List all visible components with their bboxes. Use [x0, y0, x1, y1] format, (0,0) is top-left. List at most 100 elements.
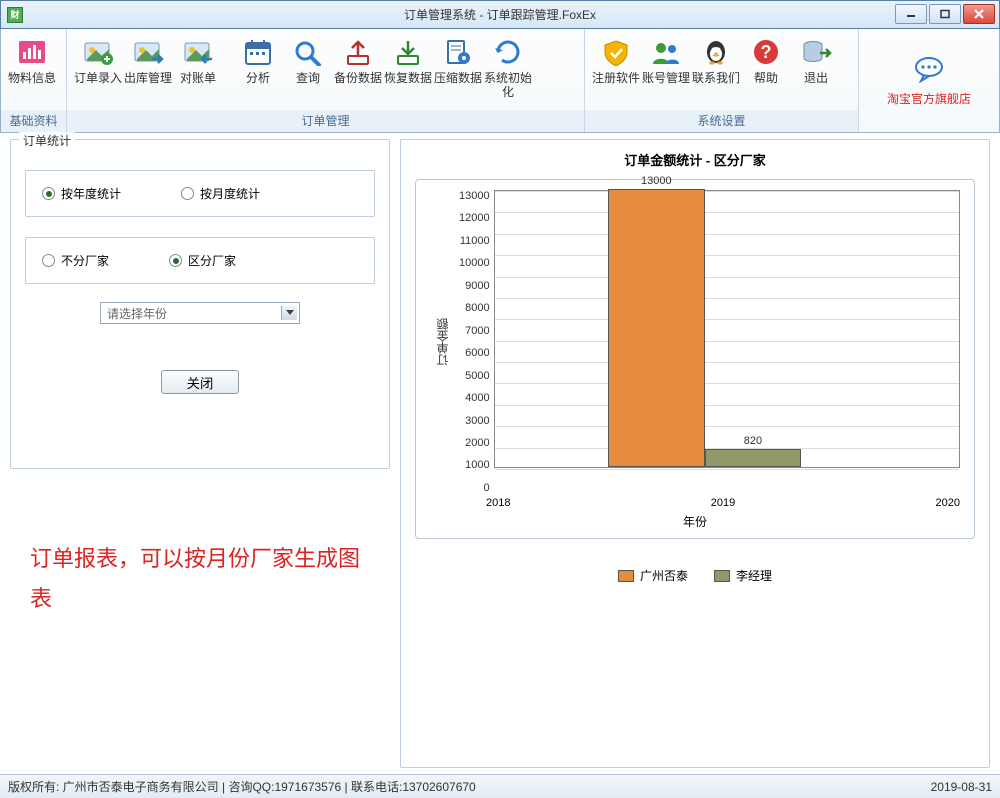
ribbon-button-label: 恢复数据: [384, 71, 432, 85]
shield-icon: [599, 35, 633, 69]
radio-by-factory[interactable]: 区分厂家: [169, 252, 236, 269]
help-icon: ?: [749, 35, 783, 69]
ribbon-analysis-button[interactable]: 分析: [233, 33, 283, 101]
close-panel-button[interactable]: 关闭: [161, 370, 239, 394]
db-exit-icon: [799, 35, 833, 69]
fieldset-legend: 订单统计: [19, 132, 75, 149]
period-radio-group: 按年度统计 按月度统计: [25, 170, 375, 217]
ribbon-register-button[interactable]: 注册软件: [591, 33, 641, 87]
maximize-button[interactable]: [929, 4, 961, 24]
radio-label: 区分厂家: [188, 252, 236, 269]
minimize-button[interactable]: [895, 4, 927, 24]
ribbon-compress-button[interactable]: 压缩数据: [433, 33, 483, 101]
status-bar: 版权所有: 广州市否泰电子商务有限公司 | 咨询QQ:1971673576 | …: [0, 774, 1000, 798]
photo-plus-icon: [81, 35, 115, 69]
factory-radio-group: 不分厂家 区分厂家: [25, 237, 375, 284]
chart-pink-icon: [15, 35, 49, 69]
ribbon-reconcile-button[interactable]: 对账单: [173, 33, 223, 87]
calendar-icon: [241, 35, 275, 69]
svg-text:?: ?: [761, 42, 772, 62]
chart-panel: 订单金额统计 - 区分厂家 订单金额 130001200011000100009…: [400, 139, 990, 768]
status-date: 2019-08-31: [931, 780, 992, 794]
ribbon-material-info-button[interactable]: 物料信息: [7, 33, 57, 87]
status-left: 版权所有: 广州市否泰电子商务有限公司 | 咨询QQ:1971673576 | …: [8, 778, 476, 795]
chart-bar-value: 13000: [641, 175, 672, 187]
year-select[interactable]: 请选择年份: [100, 302, 300, 324]
title-bar: 财 订单管理系统 - 订单跟踪管理.FoxEx: [0, 0, 1000, 29]
chart-plot-area: 13000820: [494, 190, 960, 468]
ribbon-group-order: 订单录入出库管理对账单 分析查询备份数据恢复数据压缩数据系统初始化 订单管理: [67, 29, 585, 132]
chart-bar: [705, 449, 802, 467]
ribbon-group-basic: 物料信息 基础资料: [1, 29, 67, 132]
radio-by-year[interactable]: 按年度统计: [42, 185, 121, 202]
radio-icon: [42, 254, 55, 267]
ribbon-button-label: 帮助: [754, 71, 778, 85]
ribbon-backup-button[interactable]: 备份数据: [333, 33, 383, 101]
radio-label: 不分厂家: [61, 252, 109, 269]
chart-yticks: 1300012000110001000090008000700060005000…: [455, 190, 494, 494]
chart-xlabel: 年份: [430, 513, 960, 530]
users-icon: [649, 35, 683, 69]
ribbon: 物料信息 基础资料 订单录入出库管理对账单 分析查询备份数据恢复数据压缩数据系统初…: [0, 29, 1000, 133]
legend-swatch: [618, 570, 634, 582]
ribbon-button-label: 联系我们: [692, 71, 740, 85]
radio-icon: [169, 254, 182, 267]
ribbon-group-label: 订单管理: [67, 110, 584, 132]
chart-frame: 订单金额 13000120001100010000900080007000600…: [415, 179, 975, 539]
ribbon-button-label: 订单录入: [74, 71, 122, 85]
ribbon-button-label: 退出: [804, 71, 828, 85]
legend-label: 李经理: [736, 567, 772, 584]
ribbon-group-label: 基础资料: [1, 110, 66, 132]
close-button[interactable]: [963, 4, 995, 24]
qq-icon: [699, 35, 733, 69]
chart-legend: 广州否泰 李经理: [415, 561, 975, 590]
radio-label: 按年度统计: [61, 185, 121, 202]
ribbon-group-system: 注册软件账号管理联系我们? 帮助 退出 系统设置: [585, 29, 859, 132]
annotation-text: 订单报表，可以按月份厂家生成图表: [10, 539, 390, 619]
ribbon-button-label: 注册软件: [592, 71, 640, 85]
window-title: 订单管理系统 - 订单跟踪管理.FoxEx: [404, 6, 596, 23]
left-panel: 订单统计 按年度统计 按月度统计 不分厂家 区分厂家: [10, 139, 390, 768]
ribbon-query-button[interactable]: 查询: [283, 33, 333, 101]
taobao-shop-button[interactable]: 淘宝官方旗舰店: [859, 29, 999, 132]
download-icon: [391, 35, 425, 69]
photo-left-icon: [181, 35, 215, 69]
main-content: 订单统计 按年度统计 按月度统计 不分厂家 区分厂家: [0, 133, 1000, 774]
radio-icon: [181, 187, 194, 200]
ribbon-help-button[interactable]: ? 帮助: [741, 33, 791, 87]
ribbon-accounts-button[interactable]: 账号管理: [641, 33, 691, 87]
stats-fieldset: 订单统计 按年度统计 按月度统计 不分厂家 区分厂家: [10, 139, 390, 469]
ribbon-restore-button[interactable]: 恢复数据: [383, 33, 433, 101]
legend-swatch: [714, 570, 730, 582]
chat-icon: [912, 55, 946, 86]
legend-item: 李经理: [714, 567, 772, 584]
radio-no-factory[interactable]: 不分厂家: [42, 252, 109, 269]
ribbon-order-entry-button[interactable]: 订单录入: [73, 33, 123, 87]
legend-item: 广州否泰: [618, 567, 688, 584]
radio-by-month[interactable]: 按月度统计: [181, 185, 260, 202]
doc-gear-icon: [441, 35, 475, 69]
chart-bar: [608, 189, 705, 467]
ribbon-button-label: 账号管理: [642, 71, 690, 85]
magnifier-icon: [291, 35, 325, 69]
radio-icon: [42, 187, 55, 200]
ribbon-button-label: 出库管理: [124, 71, 172, 85]
ribbon-init-button[interactable]: 系统初始化: [483, 33, 533, 101]
ribbon-button-label: 对账单: [180, 71, 216, 85]
ribbon-group-label: 系统设置: [585, 110, 858, 132]
ribbon-exit-button[interactable]: 退出: [791, 33, 841, 87]
year-select-placeholder: 请选择年份: [107, 305, 167, 322]
ribbon-button-label: 物料信息: [8, 71, 56, 85]
app-icon: 财: [7, 7, 23, 23]
legend-label: 广州否泰: [640, 567, 688, 584]
chart-title: 订单金额统计 - 区分厂家: [415, 150, 975, 169]
chart-ylabel: 订单金额: [430, 190, 455, 494]
ribbon-button-label: 备份数据: [334, 71, 382, 85]
radio-label: 按月度统计: [200, 185, 260, 202]
photo-right-icon: [131, 35, 165, 69]
chart-bar-value: 820: [744, 435, 762, 447]
ribbon-outbound-mgmt-button[interactable]: 出库管理: [123, 33, 173, 87]
ribbon-contact-button[interactable]: 联系我们: [691, 33, 741, 87]
ribbon-button-label: 系统初始化: [483, 71, 533, 99]
taobao-shop-label: 淘宝官方旗舰店: [887, 90, 971, 107]
